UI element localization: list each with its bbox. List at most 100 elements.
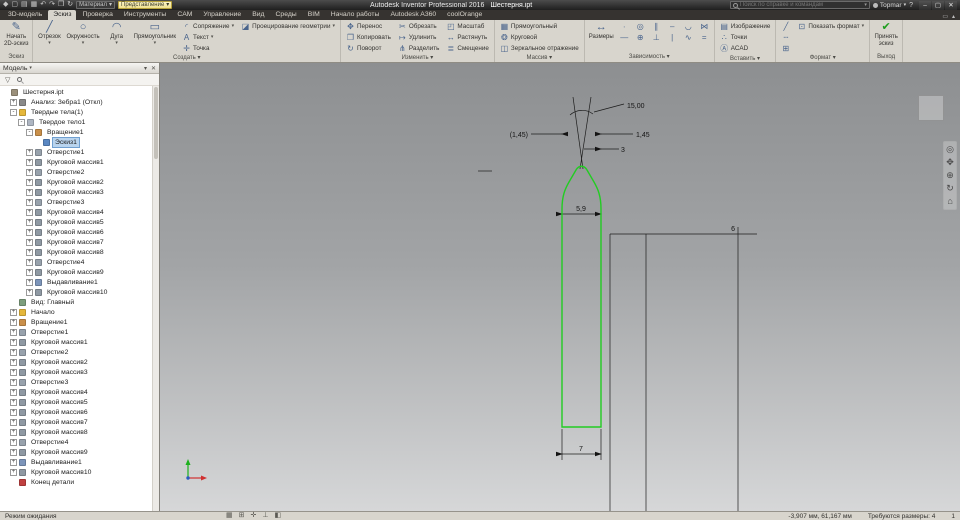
tree-item[interactable]: + Отверстие3 xyxy=(0,197,152,207)
maximize-button[interactable]: ▢ xyxy=(932,0,944,10)
tree-item[interactable]: + Выдавливание1 xyxy=(0,277,152,287)
tree-expander[interactable]: + xyxy=(26,168,33,176)
tree-expander[interactable]: - xyxy=(18,118,25,126)
dim-six[interactable]: 6 xyxy=(731,226,735,233)
redo-icon[interactable]: ↷ xyxy=(49,0,55,10)
tree-item[interactable]: + Вращение1 xyxy=(0,317,152,327)
dim-bottom[interactable]: 7 xyxy=(579,446,583,453)
tree-item[interactable]: + Круговой массив2 xyxy=(0,177,152,187)
tree-expander[interactable]: - xyxy=(10,108,17,116)
update-icon[interactable]: ↻ xyxy=(67,0,73,10)
tree-expander[interactable]: + xyxy=(10,408,17,416)
tree-expander[interactable]: + xyxy=(10,358,17,366)
dim-width[interactable]: 5,9 xyxy=(576,206,586,213)
tree-expander[interactable]: + xyxy=(10,308,17,316)
constraint-perpendicular-button[interactable]: ⊥ xyxy=(650,32,663,42)
tree-item[interactable]: + Круговой массив4 xyxy=(0,387,152,397)
tree-item[interactable]: + Отверстие1 xyxy=(0,147,152,157)
tab-Вид[interactable]: Вид xyxy=(247,10,269,20)
pan-icon[interactable]: ✥ xyxy=(946,158,954,167)
tree-item[interactable]: - Вращение1 xyxy=(0,127,152,137)
constraint-symmetric-button[interactable]: ⋈ xyxy=(698,21,711,31)
point-button[interactable]: ✛ Точка xyxy=(180,43,236,53)
tree-item[interactable]: + Отверстие4 xyxy=(0,437,152,447)
scale-button[interactable]: ◰ Масштаб xyxy=(444,21,491,31)
tree-item[interactable]: + Круговой массив1 xyxy=(0,337,152,347)
find-icon[interactable] xyxy=(17,77,23,82)
tree-item[interactable]: + Отверстие4 xyxy=(0,257,152,267)
tree-expander[interactable]: + xyxy=(10,378,17,386)
constraint-equal-button[interactable]: = xyxy=(698,32,711,42)
ribbon-display-toggle[interactable]: ▭ xyxy=(942,13,948,20)
tree-item[interactable]: + Круговой массив5 xyxy=(0,397,152,407)
app-menu-icon[interactable]: ◆ xyxy=(3,0,8,10)
tree-item[interactable]: + Круговой массив1 xyxy=(0,157,152,167)
rectangular-pattern-button[interactable]: ▦ Прямоугольный xyxy=(498,21,581,31)
sketch-canvas[interactable]: 15,00 1,45 (1,45) 3 5,9 7 6 xyxy=(160,63,960,511)
circle-button[interactable]: ○ Окружность ▾ xyxy=(65,21,100,46)
tab-Эскиз[interactable]: Эскиз xyxy=(48,10,77,20)
show-format-button[interactable]: ⊡ Показать формат ▾ xyxy=(795,21,866,31)
tree-item[interactable]: + Круговой массив3 xyxy=(0,187,152,197)
stretch-button[interactable]: ↔ Растянуть xyxy=(444,32,491,42)
user-account[interactable]: Topmar ▾ xyxy=(872,2,906,9)
tree-item[interactable]: + Круговой массив7 xyxy=(0,237,152,247)
tab-Инструменты[interactable]: Инструменты xyxy=(119,10,171,20)
import-acad-button[interactable]: Ⓐ ACAD xyxy=(718,43,773,54)
tree-expander[interactable]: + xyxy=(26,288,33,296)
start-2d-sketch-button[interactable]: ✎ Начать 2D-эскиз xyxy=(3,21,29,47)
constraint-parallel-button[interactable]: ∥ xyxy=(650,21,663,31)
tree-expander[interactable]: + xyxy=(26,158,33,166)
open-file-icon[interactable]: ▤ xyxy=(21,0,28,10)
tree-expander[interactable]: + xyxy=(10,428,17,436)
group-label-1[interactable]: Создать ▾ xyxy=(33,54,340,62)
constraint-vertical-button[interactable]: | xyxy=(666,32,679,42)
construction-geometry-button[interactable]: ╱ xyxy=(779,21,792,31)
ribbon-collapse[interactable]: ▴ xyxy=(952,13,955,20)
ortho-icon[interactable]: ⊥ xyxy=(262,512,268,520)
import-points-button[interactable]: ∴ Точки xyxy=(718,32,773,42)
tree-expander[interactable]: + xyxy=(10,438,17,446)
tree-expander[interactable]: + xyxy=(10,338,17,346)
graphics-viewport[interactable]: 15,00 1,45 (1,45) 3 5,9 7 6 ◎ ✥ ⊕ ↻ ⌂ xyxy=(160,63,960,511)
copy-button[interactable]: ❐ Копировать xyxy=(344,32,393,42)
tree-expander[interactable]: + xyxy=(26,198,33,206)
constraint-fix-button[interactable]: ⊕ xyxy=(634,32,647,42)
tree-expander[interactable]: + xyxy=(10,328,17,336)
trim-button[interactable]: ✂ Обрезать xyxy=(396,21,442,31)
constraint-horizontal-button[interactable]: – xyxy=(666,21,679,31)
tree-expander[interactable]: + xyxy=(10,418,17,426)
precise-input-icon[interactable]: ◧ xyxy=(274,512,281,520)
tab-Среды[interactable]: Среды xyxy=(271,10,302,20)
tree-item[interactable]: + Круговой массив8 xyxy=(0,427,152,437)
browser-header[interactable]: Модель ▾ ▾ ✕ xyxy=(0,63,159,74)
tree-item[interactable]: + Круговой массив9 xyxy=(0,447,152,457)
grid-lines-icon[interactable]: ⊞ xyxy=(239,512,245,520)
save-icon[interactable]: ▦ xyxy=(31,0,38,10)
dimension-button[interactable]: ↔ Размеры xyxy=(588,21,615,41)
rotate-button[interactable]: ↻ Поворот xyxy=(344,43,393,53)
constraint-smooth-button[interactable]: ∿ xyxy=(682,32,695,42)
tree-expander[interactable]: + xyxy=(10,98,17,106)
tree-expander[interactable]: + xyxy=(10,368,17,376)
orbit-icon[interactable]: ↻ xyxy=(946,184,954,193)
constraint-collinear-button[interactable]: — xyxy=(618,32,631,42)
tree-expander[interactable]: - xyxy=(26,128,33,136)
tree-expander[interactable]: + xyxy=(26,148,33,156)
tree-item[interactable]: + Отверстие2 xyxy=(0,167,152,177)
tree-expander[interactable]: + xyxy=(10,318,17,326)
tree-expander[interactable]: + xyxy=(10,348,17,356)
help-icon[interactable]: ? xyxy=(909,2,913,9)
tree-item[interactable]: + Круговой массив10 xyxy=(0,287,152,297)
circular-pattern-button[interactable]: ❂ Круговой xyxy=(498,32,581,42)
tree-item[interactable]: Эскиз1 xyxy=(0,136,152,148)
tree-item[interactable]: + Отверстие3 xyxy=(0,377,152,387)
navigation-wheel-icon[interactable]: ◎ xyxy=(946,145,954,154)
tree-item[interactable]: + Круговой массив3 xyxy=(0,367,152,377)
driven-dimension-button[interactable]: ⊞ xyxy=(779,43,792,53)
tree-expander[interactable]: + xyxy=(10,398,17,406)
tab-BIM[interactable]: BIM xyxy=(303,10,325,20)
tree-expander[interactable]: + xyxy=(10,448,17,456)
group-label-2[interactable]: Изменить ▾ xyxy=(341,54,494,62)
browser-menu-arrow[interactable]: ▾ xyxy=(144,65,147,72)
